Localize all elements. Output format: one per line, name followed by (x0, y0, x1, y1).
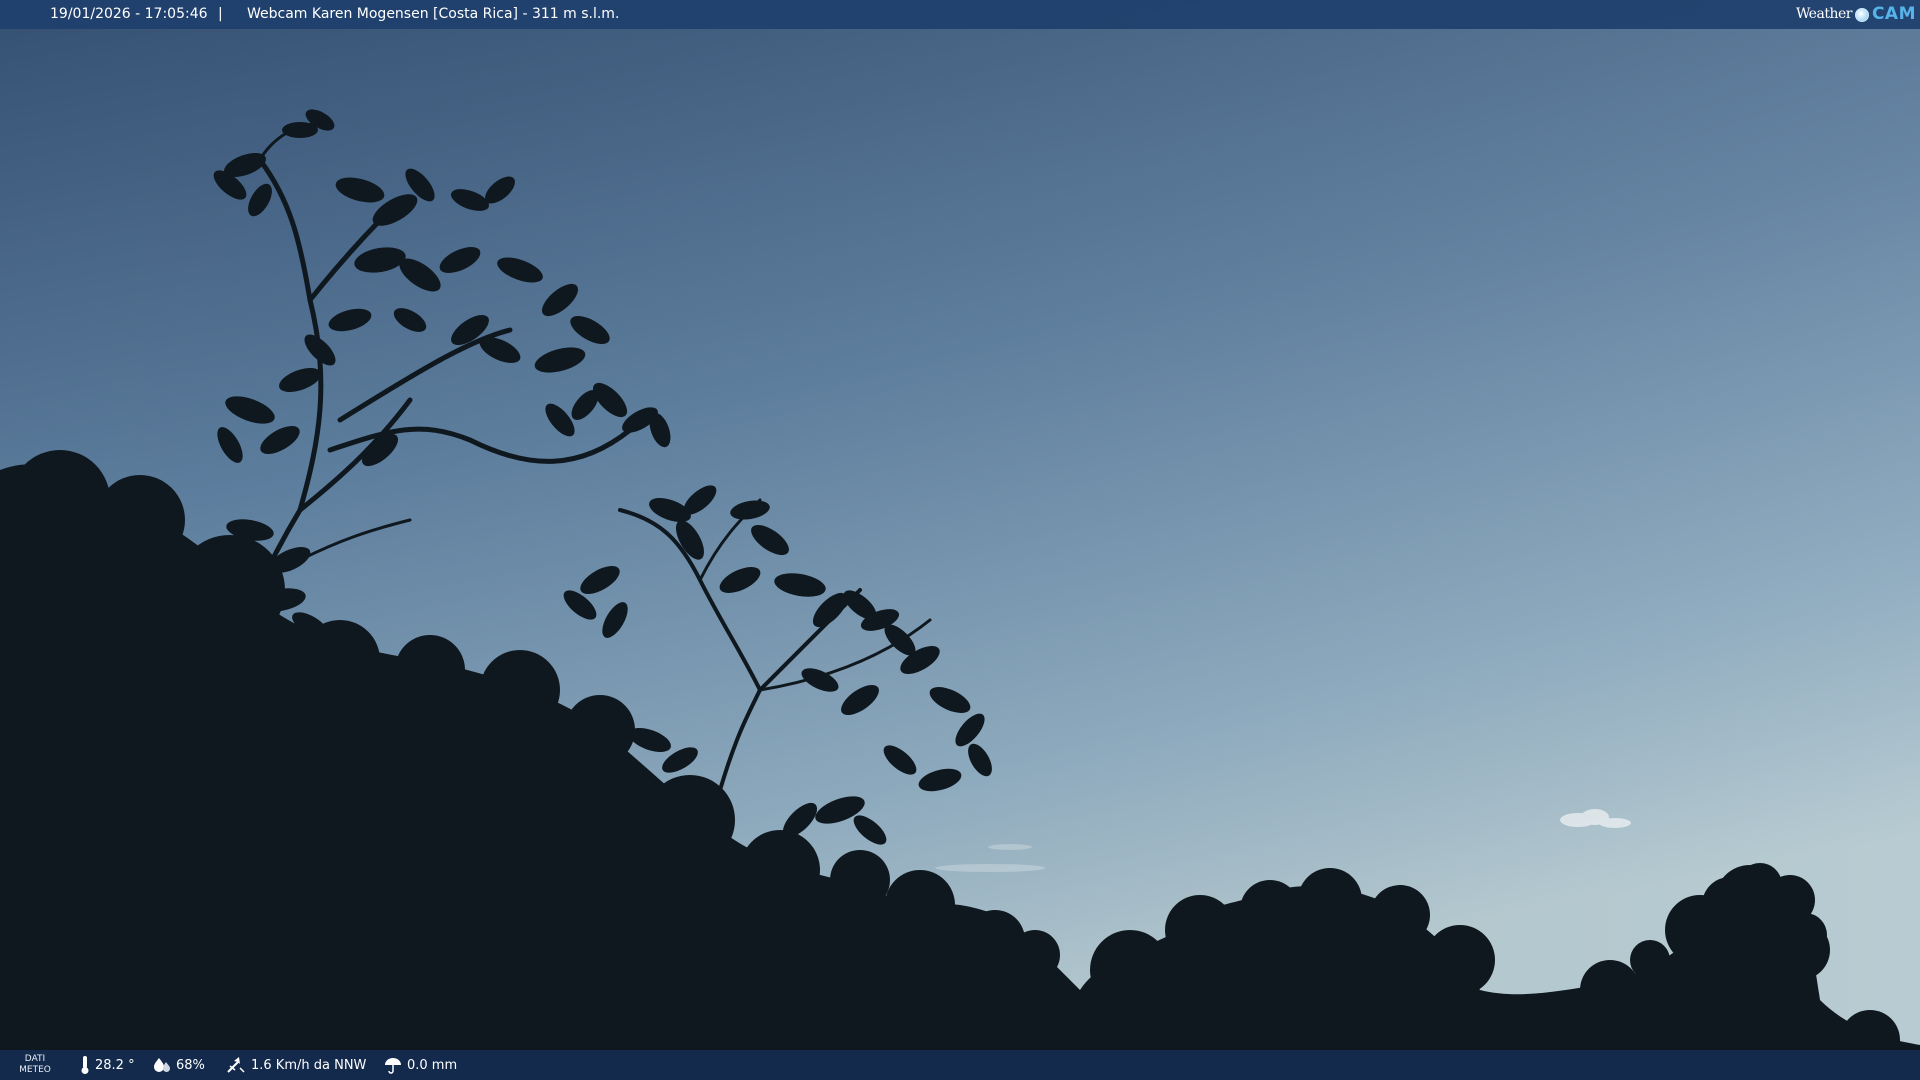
timestamp: 19/01/2026 - 17:05:46 (50, 6, 208, 22)
thermometer-icon (80, 1055, 90, 1075)
webcam-image (0, 0, 1920, 1080)
weather-data-label: DATI METEO (19, 1054, 51, 1075)
weather-data-bar: DATI METEO 28.2 ° 68% 1.6 Km/h da NNW 0.… (0, 1050, 1920, 1080)
rain-value: 0.0 mm (407, 1057, 458, 1073)
humidity-value: 68% (176, 1057, 205, 1073)
humidity-readout: 68% (153, 1050, 205, 1080)
logo-globe-icon (1854, 7, 1869, 22)
wind-value: 1.6 Km/h da NNW (251, 1057, 367, 1073)
rain-readout: 0.0 mm (384, 1050, 457, 1080)
wind-direction-icon (226, 1056, 246, 1074)
weathercam-logo[interactable]: Weather CAM (1796, 0, 1916, 29)
temperature-readout: 28.2 ° (80, 1050, 135, 1080)
humidity-drops-icon (153, 1056, 171, 1074)
logo-cam-text: CAM (1871, 4, 1916, 24)
separator: | (218, 6, 223, 22)
wind-readout: 1.6 Km/h da NNW (226, 1050, 366, 1080)
top-info-bar: 19/01/2026 - 17:05:46 | Webcam Karen Mog… (0, 0, 1920, 29)
logo-weather-text: Weather (1795, 6, 1853, 22)
rain-umbrella-icon (384, 1056, 402, 1074)
webcam-title: Webcam Karen Mogensen [Costa Rica] - 311… (247, 6, 620, 22)
temperature-value: 28.2 ° (95, 1057, 135, 1073)
